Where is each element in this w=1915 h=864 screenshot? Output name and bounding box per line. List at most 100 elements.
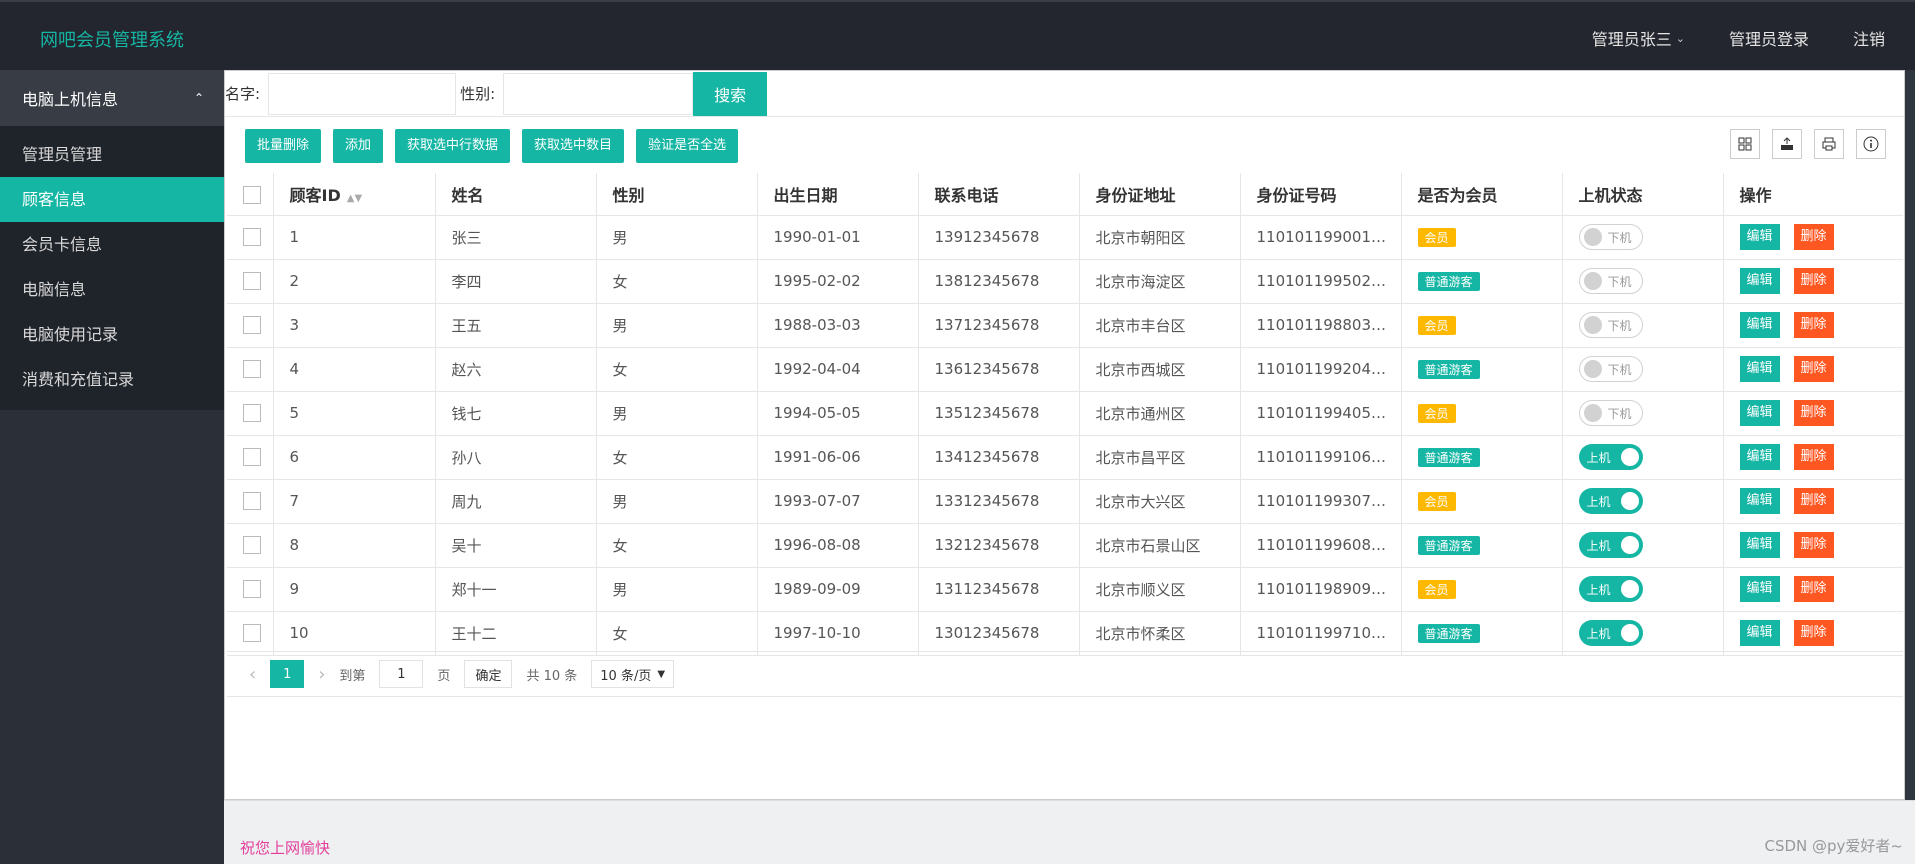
cell-status: 下机 bbox=[1562, 259, 1724, 304]
admin-login-link[interactable]: 管理员登录 bbox=[1729, 26, 1809, 50]
edit-button[interactable]: 编辑 bbox=[1739, 400, 1780, 426]
cell-idno: 110101199710… bbox=[1240, 611, 1402, 656]
check-all-button[interactable]: 验证是否全选 bbox=[636, 129, 739, 163]
sidebar-item-computers[interactable]: 电脑信息 bbox=[0, 267, 224, 312]
cell-gender: 男 bbox=[596, 567, 758, 612]
table-row[interactable]: 7 周九男 1993-07-07 13312345678 北京市大兴区 110101199… bbox=[227, 479, 1903, 524]
row-checkbox-cell bbox=[227, 215, 274, 260]
sort-icon[interactable]: ▲▼ bbox=[347, 193, 362, 204]
delete-button[interactable]: 删除 bbox=[1793, 620, 1834, 646]
row-checkbox[interactable] bbox=[243, 448, 261, 467]
edit-button[interactable]: 编辑 bbox=[1739, 356, 1780, 382]
edit-button[interactable]: 编辑 bbox=[1739, 444, 1780, 470]
row-checkbox[interactable] bbox=[243, 272, 261, 291]
cell-member: 普通游客 bbox=[1401, 347, 1563, 392]
online-status-switch[interactable]: 下机 bbox=[1578, 224, 1643, 250]
sidebar-group-header[interactable]: 电脑上机信息 ⌃ bbox=[0, 70, 224, 126]
edit-button[interactable]: 编辑 bbox=[1739, 268, 1780, 294]
online-status-switch[interactable]: 下机 bbox=[1578, 268, 1643, 294]
delete-button[interactable]: 删除 bbox=[1793, 356, 1834, 382]
get-selected-count-button[interactable]: 获取选中数目 bbox=[522, 129, 625, 163]
select-all-checkbox[interactable] bbox=[243, 185, 261, 204]
delete-button[interactable]: 删除 bbox=[1793, 224, 1834, 250]
online-status-switch[interactable]: 上机 bbox=[1578, 576, 1643, 602]
edit-button[interactable]: 编辑 bbox=[1739, 312, 1780, 338]
name-input[interactable] bbox=[268, 72, 457, 115]
sidebar-item-member-cards[interactable]: 会员卡信息 bbox=[0, 222, 224, 267]
row-checkbox[interactable] bbox=[243, 580, 261, 599]
online-status-switch[interactable]: 上机 bbox=[1578, 620, 1643, 646]
cell-member: 会员 bbox=[1401, 479, 1563, 524]
cell-status: 下机 bbox=[1562, 215, 1724, 260]
page-size-select[interactable]: 10 条/页 ▼ bbox=[591, 660, 675, 688]
table-row[interactable]: 3 王五男 1988-03-03 13712345678 北京市丰台区 110101198… bbox=[227, 303, 1903, 348]
footer-watermark: CSDN @py爱好者~ bbox=[1764, 837, 1903, 855]
delete-button[interactable]: 删除 bbox=[1793, 488, 1834, 514]
edit-button[interactable]: 编辑 bbox=[1739, 488, 1780, 514]
table-row[interactable]: 1 张三男 1990-01-01 13912345678 北京市朝阳区 110101199… bbox=[227, 215, 1903, 260]
add-button[interactable]: 添加 bbox=[333, 129, 384, 163]
sidebar-item-usage-records[interactable]: 电脑使用记录 bbox=[0, 312, 224, 357]
delete-button[interactable]: 删除 bbox=[1793, 532, 1834, 558]
cell-name: 李四 bbox=[435, 259, 597, 304]
online-status-switch[interactable]: 下机 bbox=[1578, 356, 1643, 382]
goto-page-input[interactable]: 1 bbox=[379, 660, 424, 688]
table-row[interactable]: 4 赵六女 1992-04-04 13612345678 北京市西城区 110101199… bbox=[227, 347, 1903, 392]
gender-input[interactable] bbox=[503, 72, 694, 115]
online-status-switch[interactable]: 上机 bbox=[1578, 444, 1643, 470]
online-status-switch[interactable]: 上机 bbox=[1578, 532, 1643, 558]
online-status-switch[interactable]: 上机 bbox=[1578, 488, 1643, 514]
online-status-switch[interactable]: 下机 bbox=[1578, 312, 1643, 338]
online-status-switch[interactable]: 下机 bbox=[1578, 400, 1643, 426]
page-current[interactable]: 1 bbox=[270, 660, 305, 688]
table-row[interactable]: 2 李四女 1995-02-02 13812345678 北京市海淀区 110101199… bbox=[227, 259, 1903, 304]
delete-button[interactable]: 删除 bbox=[1793, 400, 1834, 426]
goto-confirm-button[interactable]: 确定 bbox=[464, 660, 513, 688]
delete-button[interactable]: 删除 bbox=[1793, 576, 1834, 602]
edit-button[interactable]: 编辑 bbox=[1739, 576, 1780, 602]
sidebar-item-payments[interactable]: 消费和充值记录 bbox=[0, 357, 224, 402]
row-checkbox[interactable] bbox=[243, 404, 261, 423]
row-checkbox[interactable] bbox=[243, 536, 261, 555]
batch-delete-button[interactable]: 批量删除 bbox=[245, 129, 322, 163]
delete-button[interactable]: 删除 bbox=[1793, 312, 1834, 338]
logout-link[interactable]: 注销 bbox=[1853, 26, 1885, 50]
print-icon[interactable] bbox=[1814, 129, 1844, 159]
table-row[interactable]: 8 吴十女 1996-08-08 13212345678 北京市石景山区 11010119… bbox=[227, 523, 1903, 568]
search-button[interactable]: 搜索 bbox=[693, 71, 768, 116]
prev-page-icon[interactable]: ‹ bbox=[249, 664, 256, 685]
row-checkbox[interactable] bbox=[243, 492, 261, 511]
cell-phone: 13612345678 bbox=[918, 347, 1080, 392]
info-icon[interactable] bbox=[1856, 129, 1886, 159]
table-row[interactable]: 10 王十二女 1997-10-10 13012345678 北京市怀柔区 1101011… bbox=[227, 611, 1903, 656]
row-checkbox[interactable] bbox=[243, 228, 261, 247]
row-checkbox[interactable] bbox=[243, 624, 261, 643]
column-header-id[interactable]: 顾客ID ▲▼ bbox=[273, 173, 436, 216]
edit-button[interactable]: 编辑 bbox=[1739, 224, 1780, 250]
cell-name: 张三 bbox=[435, 215, 597, 260]
column-header-gender: 性别 bbox=[596, 173, 758, 216]
edit-button[interactable]: 编辑 bbox=[1739, 620, 1780, 646]
cell-gender: 男 bbox=[596, 303, 758, 348]
get-selected-rows-button[interactable]: 获取选中行数据 bbox=[395, 129, 511, 163]
admin-menu[interactable]: 管理员张三 ⌄ bbox=[1592, 26, 1685, 50]
row-checkbox[interactable] bbox=[243, 316, 261, 335]
sidebar-item-customers[interactable]: 顾客信息 bbox=[0, 177, 224, 222]
table-row[interactable]: 6 孙八女 1991-06-06 13412345678 北京市昌平区 110101199… bbox=[227, 435, 1903, 480]
delete-button[interactable]: 删除 bbox=[1793, 268, 1834, 294]
row-checkbox-cell bbox=[227, 259, 274, 304]
cell-status: 下机 bbox=[1562, 347, 1724, 392]
edit-button[interactable]: 编辑 bbox=[1739, 532, 1780, 558]
delete-button[interactable]: 删除 bbox=[1793, 444, 1834, 470]
cell-address: 北京市石景山区 bbox=[1079, 523, 1241, 568]
cell-status: 上机 bbox=[1562, 435, 1724, 480]
row-checkbox[interactable] bbox=[243, 360, 261, 379]
grid-icon[interactable] bbox=[1730, 129, 1760, 159]
table-row[interactable]: 5 钱七男 1994-05-05 13512345678 北京市通州区 110101199… bbox=[227, 391, 1903, 436]
cell-status: 下机 bbox=[1562, 303, 1724, 348]
export-icon[interactable] bbox=[1772, 129, 1802, 159]
table-row[interactable]: 9 郑十一男 1989-09-09 13112345678 北京市顺义区 11010119… bbox=[227, 567, 1903, 612]
next-page-icon[interactable]: › bbox=[318, 664, 325, 685]
sidebar-item-admin[interactable]: 管理员管理 bbox=[0, 132, 224, 177]
switch-label: 下机 bbox=[1607, 318, 1632, 333]
